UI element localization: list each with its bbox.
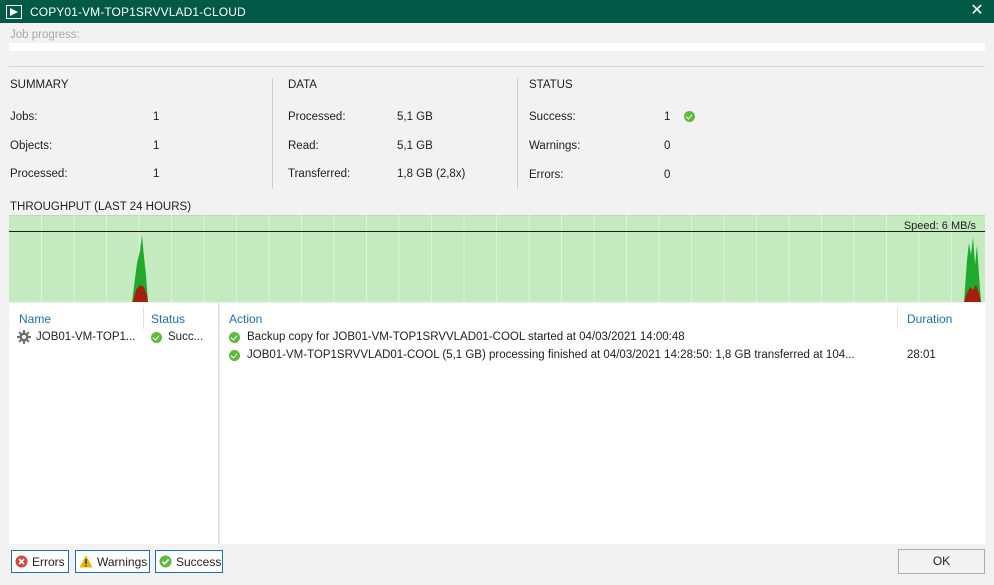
throughput-title: THROUGHPUT (LAST 24 HOURS): [10, 201, 192, 213]
job-progress-bar: [9, 43, 985, 51]
status-success-value: 1: [664, 111, 671, 123]
summary-processed-label: Processed:: [10, 168, 68, 180]
veeam-job-icon: [6, 4, 22, 20]
column-divider: [517, 78, 518, 189]
data-transferred-label: Transferred:: [288, 168, 351, 180]
errors-filter-label: Errors: [32, 554, 65, 569]
title-bar: COPY01-VM-TOP1SRVVLAD1-CLOUD ✕: [0, 0, 994, 23]
summary-jobs-label: Jobs:: [10, 111, 38, 123]
status-title: STATUS: [529, 79, 573, 91]
summary-title: SUMMARY: [10, 79, 69, 91]
status-success-label: Success:: [529, 111, 576, 123]
log-action: Backup copy for JOB01-VM-TOP1SRVVLAD01-C…: [247, 331, 685, 343]
summary-objects-value: 1: [153, 140, 160, 152]
job-name: JOB01-VM-TOP1...: [36, 331, 136, 343]
data-processed-value: 5,1 GB: [397, 111, 433, 123]
status-errors-value: 0: [664, 169, 671, 181]
action-column-header[interactable]: Action: [229, 312, 262, 326]
summary-processed-value: 1: [153, 168, 160, 180]
log-action: JOB01-VM-TOP1SRVVLAD01-COOL (5,1 GB) pro…: [247, 349, 855, 361]
name-column-header[interactable]: Name: [19, 312, 51, 326]
job-row[interactable]: JOB01-VM-TOP1... Succ...: [9, 329, 218, 347]
close-icon[interactable]: ✕: [968, 2, 986, 20]
error-icon: [15, 555, 28, 569]
pane-splitter[interactable]: [218, 303, 219, 544]
status-column-header[interactable]: Status: [151, 312, 185, 326]
throughput-chart: [9, 215, 985, 302]
data-read-value: 5,1 GB: [397, 140, 433, 152]
column-separator: [897, 307, 898, 329]
warnings-filter-label: Warnings: [97, 554, 148, 569]
warning-icon: [79, 555, 93, 569]
success-check-icon: [159, 555, 172, 569]
ok-button[interactable]: OK: [898, 549, 985, 574]
success-check-icon: [684, 111, 695, 122]
status-errors-label: Errors:: [529, 169, 564, 181]
duration-column-header[interactable]: Duration: [907, 312, 952, 326]
window-title: COPY01-VM-TOP1SRVVLAD1-CLOUD: [30, 4, 246, 19]
data-read-label: Read:: [288, 140, 319, 152]
data-transferred-value: 1,8 GB (2,8x): [397, 168, 466, 180]
status-warnings-label: Warnings:: [529, 140, 581, 152]
gear-icon: [17, 330, 31, 344]
data-title: DATA: [288, 79, 317, 91]
data-processed-label: Processed:: [288, 111, 346, 123]
success-check-icon: [229, 350, 240, 361]
column-separator: [143, 307, 144, 329]
status-warnings-value: 0: [664, 140, 671, 152]
summary-objects-label: Objects:: [10, 140, 53, 152]
log-row[interactable]: Backup copy for JOB01-VM-TOP1SRVVLAD01-C…: [220, 330, 985, 348]
log-row[interactable]: JOB01-VM-TOP1SRVVLAD01-COOL (5,1 GB) pro…: [220, 348, 985, 366]
column-divider: [272, 78, 273, 189]
log-duration: 28:01: [907, 349, 936, 361]
job-status: Succ...: [168, 331, 204, 343]
summary-jobs-value: 1: [153, 111, 160, 123]
job-progress-label: Job progress:: [10, 29, 80, 41]
errors-filter-button[interactable]: Errors: [11, 550, 69, 573]
success-check-icon: [229, 332, 240, 343]
success-filter-button[interactable]: Success: [155, 550, 223, 573]
success-check-icon: [151, 332, 162, 343]
speed-label: Speed: 6 MB/s: [903, 220, 976, 232]
warnings-filter-button[interactable]: Warnings: [75, 550, 150, 573]
success-filter-label: Success: [176, 554, 222, 569]
divider: [9, 66, 985, 67]
